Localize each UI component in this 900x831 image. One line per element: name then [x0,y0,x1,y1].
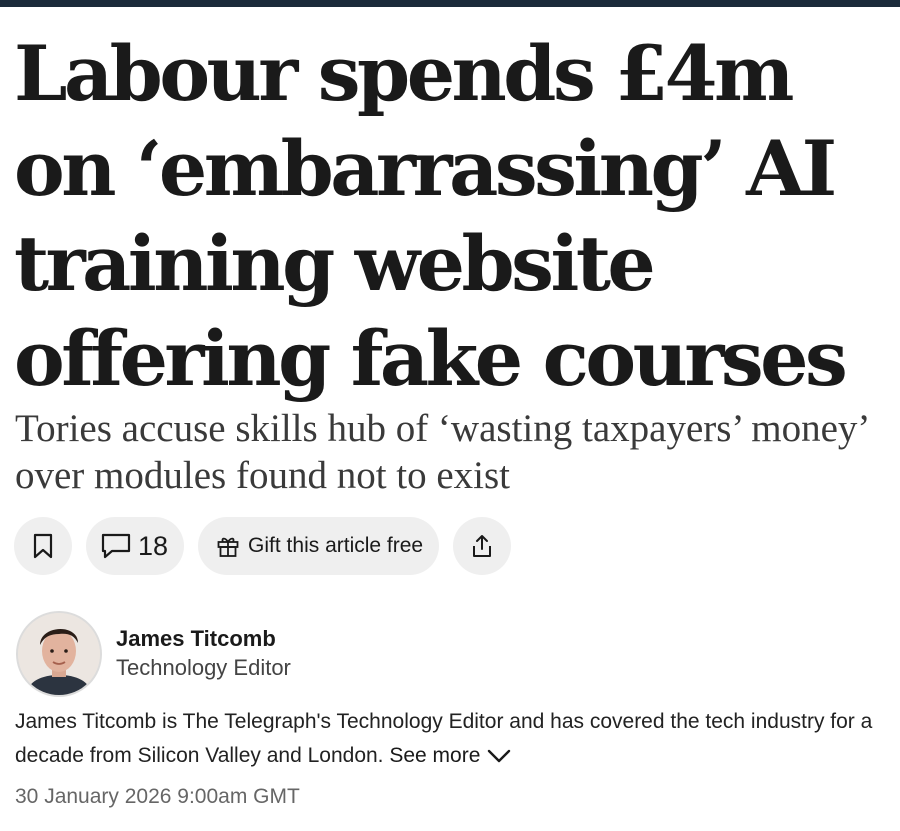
author-name[interactable]: James Titcomb [116,625,291,653]
author-avatar[interactable] [16,611,102,697]
article-actions: 18 Gift this article free [14,517,512,575]
publish-date: 30 January 2026 9:00am GMT [15,785,300,808]
author-role: Technology Editor [116,655,291,680]
article-headline: Labour spends £4m on ‘embarrassing’ AI t… [14,29,848,403]
gift-article-button[interactable]: Gift this article free [198,517,440,575]
bookmark-button[interactable] [14,517,72,575]
chevron-down-icon [488,749,511,763]
comment-icon [101,533,131,559]
top-bar [0,0,900,7]
gift-label: Gift this article free [248,534,424,557]
see-more-link[interactable]: See more [389,739,512,773]
bookmark-icon [33,533,53,559]
comment-count: 18 [138,530,169,561]
share-icon [473,535,492,557]
article-standfirst: Tories accuse skills hub of ‘wasting tax… [15,407,868,497]
author-bio: James Titcomb is The Telegraph's Technol… [15,705,895,773]
share-button[interactable] [453,517,512,575]
comments-button[interactable]: 18 [86,517,185,575]
author-byline[interactable]: James Titcomb Technology Editor [16,608,291,700]
see-more-label: See more [389,744,481,767]
gift-icon [217,537,239,557]
author-details: James Titcomb Technology Editor [116,625,291,683]
